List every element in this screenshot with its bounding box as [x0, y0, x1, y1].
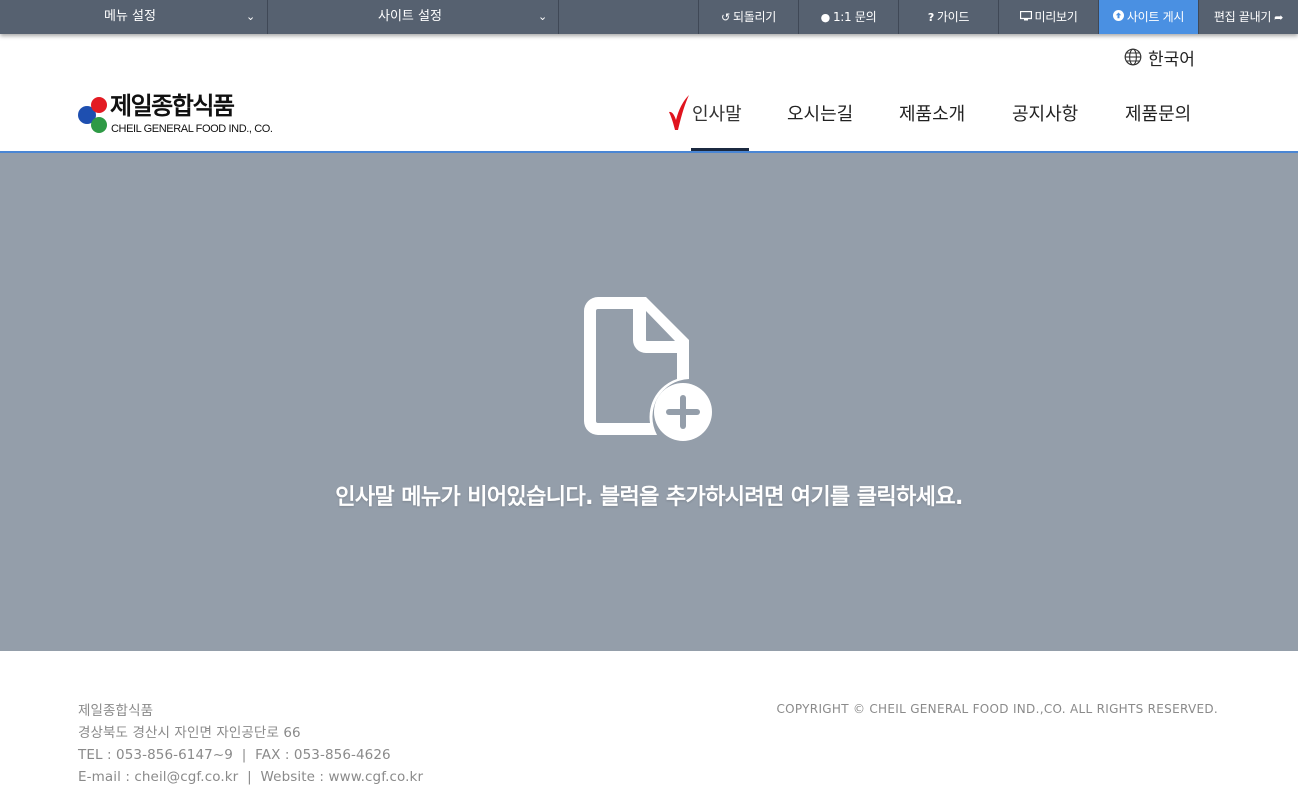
file-add-icon [584, 297, 712, 441]
logo-korean-text: 제일종합식품 [110, 92, 235, 120]
chevron-down-icon: ⌄ [246, 10, 256, 23]
nav-item-greeting[interactable]: 인사말 [692, 100, 742, 130]
preview-button[interactable]: 미리보기 [998, 0, 1098, 34]
user-icon: ● [820, 11, 831, 24]
undo-button[interactable]: ↺ 되돌리기 [698, 0, 798, 34]
finish-edit-label: 편집 끝내기 [1213, 10, 1272, 24]
nav-item-inquiry[interactable]: 제품문의 [1125, 100, 1191, 130]
undo-icon: ↺ [721, 11, 730, 24]
logo-mark-icon [78, 97, 107, 133]
guide-label: 가이드 [936, 10, 970, 24]
empty-menu-message: 인사말 메뉴가 비어있습니다. 블럭을 추가하시려면 여기를 클릭하세요. [335, 485, 963, 510]
logo-english-text: CHEIL GENERAL FOOD IND., CO. [111, 123, 273, 135]
nav-item-directions[interactable]: 오시는길 [787, 100, 853, 130]
arrow-up-circle-icon [1112, 1, 1124, 35]
inquiry-label: 1:1 문의 [832, 10, 877, 24]
empty-menu-placeholder[interactable]: 인사말 메뉴가 비어있습니다. 블럭을 추가하시려면 여기를 클릭하세요. [0, 153, 1298, 651]
editor-toolbar: 메뉴 설정 ⌄ 사이트 설정 ⌄ ↺ 되돌리기 ● 1:1 문의 ? 가이드 미리보기… [0, 0, 1298, 34]
site-settings-dropdown[interactable]: 사이트 설정 ⌄ [268, 0, 559, 34]
undo-label: 되돌리기 [732, 10, 776, 24]
language-selector[interactable]: 한국어 [1124, 46, 1195, 70]
site-settings-label: 사이트 설정 [378, 9, 442, 24]
share-arrow-icon: ➦ [1274, 11, 1284, 24]
footer-company-name: 제일종합식품 [78, 703, 154, 719]
finish-edit-button[interactable]: 편집 끝내기 ➦ [1198, 0, 1298, 34]
publish-label: 사이트 게시 [1126, 10, 1185, 24]
question-icon: ? [927, 11, 934, 24]
menu-settings-dropdown[interactable]: 메뉴 설정 ⌄ [0, 0, 268, 34]
nav-item-notices[interactable]: 공지사항 [1012, 100, 1078, 130]
footer-contact: TEL : 053-856-6147~9 | FAX : 053-856-462… [78, 747, 391, 763]
language-label: 한국어 [1148, 49, 1195, 70]
nav-item-products[interactable]: 제품소개 [899, 100, 965, 130]
company-logo[interactable]: 제일종합식품 CHEIL GENERAL FOOD IND., CO. [78, 92, 300, 138]
globe-icon [1124, 48, 1142, 66]
menu-settings-label: 메뉴 설정 [104, 9, 156, 24]
preview-label: 미리보기 [1034, 10, 1078, 24]
monitor-icon [1019, 1, 1032, 35]
guide-button[interactable]: ? 가이드 [898, 0, 998, 34]
red-check-icon [669, 95, 689, 130]
footer-copyright: COPYRIGHT © CHEIL GENERAL FOOD IND.,CO. … [776, 702, 1218, 716]
footer-address: 경상북도 경산시 자인면 자인공단로 66 [78, 725, 301, 741]
publish-site-button[interactable]: 사이트 게시 [1098, 0, 1198, 34]
chevron-down-icon: ⌄ [538, 10, 548, 23]
footer-company-info: 제일종합식품 경상북도 경산시 자인면 자인공단로 66 TEL : 053-8… [78, 700, 423, 788]
inquiry-button[interactable]: ● 1:1 문의 [798, 0, 898, 34]
footer-web: E-mail : cheil@cgf.co.kr | Website : www… [78, 769, 424, 785]
